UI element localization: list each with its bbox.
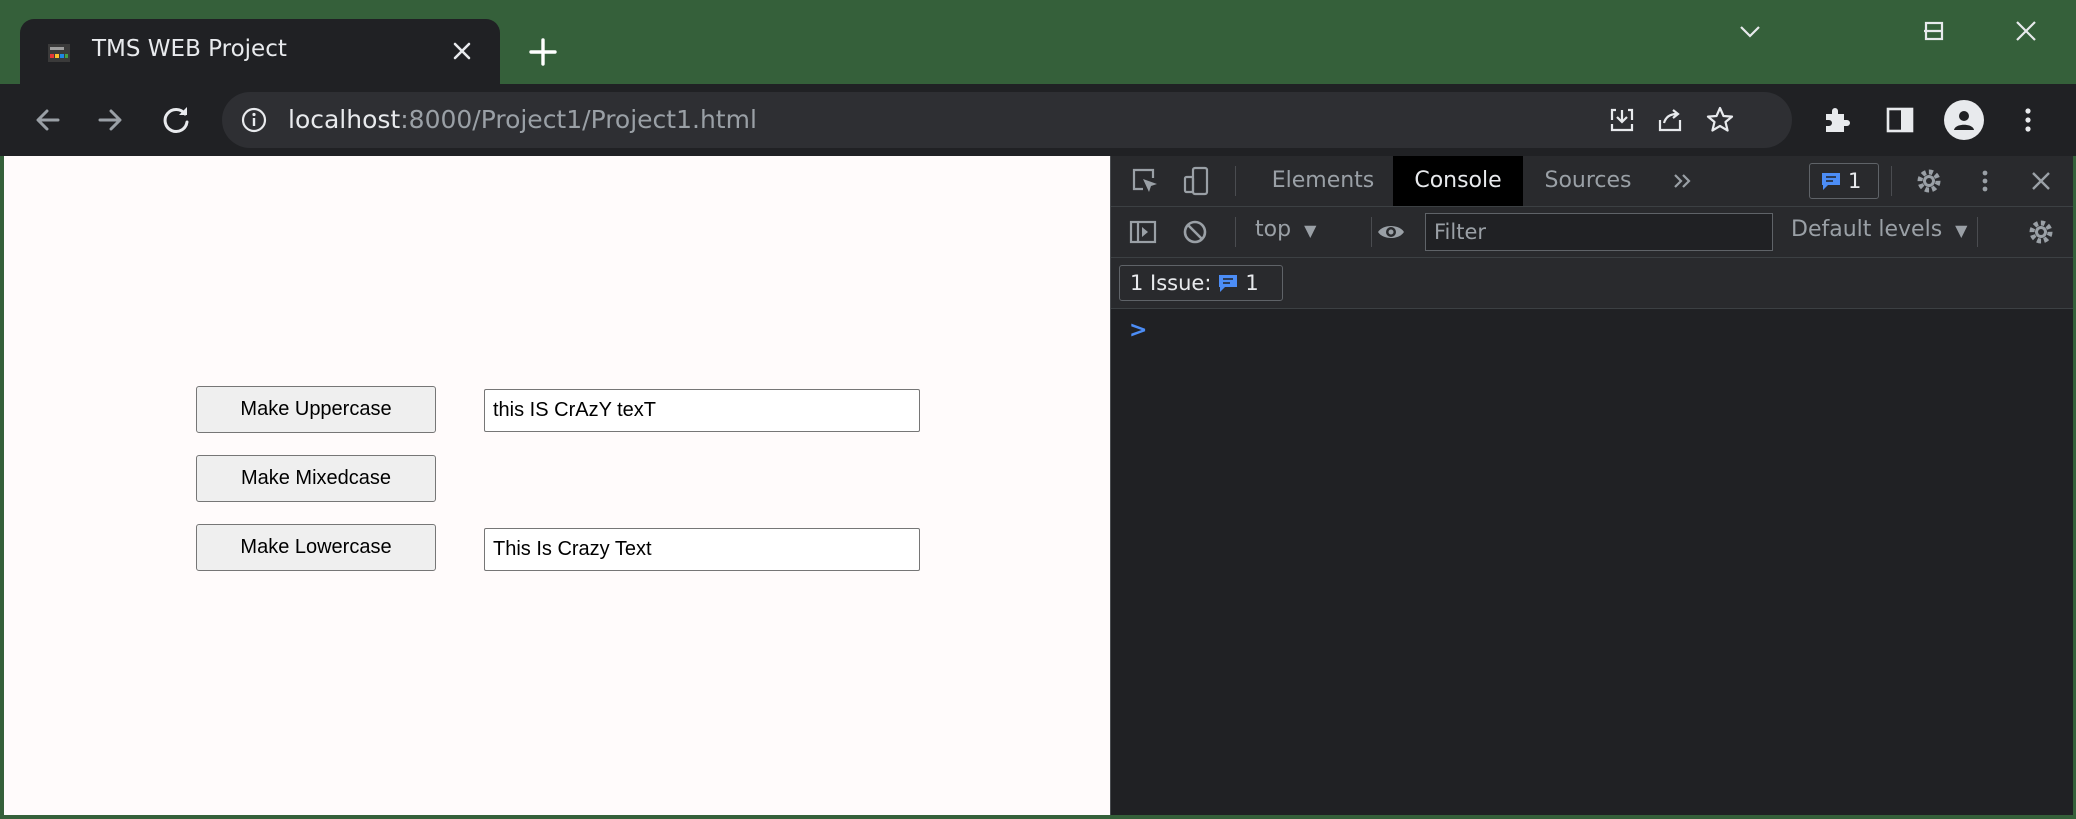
browser-toolbar: localhost:8000/Project1/Project1.html — [0, 84, 2076, 156]
log-levels-value: Default levels — [1791, 217, 1943, 242]
clear-console-icon[interactable] — [1179, 216, 1211, 248]
new-tab-icon[interactable] — [526, 35, 560, 69]
devtools-panel: Elements Console Sources 1 top ▼ Filter … — [1110, 156, 2073, 815]
issue-message-icon — [1219, 275, 1238, 292]
settings-gear-icon[interactable] — [1913, 165, 1945, 197]
bookmark-star-icon[interactable] — [1704, 104, 1736, 136]
make-uppercase-button[interactable]: Make Uppercase — [196, 386, 436, 433]
more-tabs-chevron-icon[interactable] — [1667, 165, 1699, 197]
show-sidebar-icon[interactable] — [1127, 216, 1159, 248]
devtools-menu-icon[interactable] — [1969, 165, 2001, 197]
close-devtools-icon[interactable] — [2025, 165, 2057, 197]
separator — [1235, 166, 1236, 196]
tab-console[interactable]: Console — [1393, 156, 1523, 206]
forward-arrow-icon[interactable] — [92, 102, 128, 138]
separator — [1977, 217, 1978, 247]
issues-link-button[interactable]: 1 Issue: 1 — [1119, 265, 1283, 301]
context-value: top — [1255, 217, 1292, 242]
issue-label: 1 Issue: — [1130, 271, 1212, 295]
back-arrow-icon[interactable] — [30, 102, 66, 138]
share-icon[interactable] — [1654, 104, 1686, 136]
devtools-tab-bar: Elements Console Sources 1 — [1111, 156, 2073, 207]
reload-icon[interactable] — [158, 102, 194, 138]
result-text-input[interactable] — [484, 528, 920, 571]
url-host: localhost — [288, 105, 401, 134]
extensions-puzzle-icon[interactable] — [1818, 102, 1854, 138]
url-path: :8000/Project1/Project1.html — [400, 105, 757, 134]
tab-sources[interactable]: Sources — [1523, 156, 1653, 206]
console-settings-gear-icon[interactable] — [2025, 216, 2057, 248]
close-window-icon[interactable] — [2009, 14, 2043, 48]
dropdown-caret-icon: ▼ — [1955, 221, 1968, 240]
site-info-icon[interactable] — [240, 106, 268, 134]
inspect-element-icon[interactable] — [1129, 165, 1161, 197]
issues-count: 1 — [1848, 169, 1862, 193]
console-filter-bar: top ▼ Default levels ▼ — [1111, 207, 2073, 258]
maximize-icon[interactable] — [1917, 14, 1951, 48]
tab-title: TMS WEB Project — [92, 36, 287, 62]
issues-counter-button[interactable]: 1 — [1809, 163, 1879, 199]
make-lowercase-button[interactable]: Make Lowercase — [196, 524, 436, 571]
device-toolbar-icon[interactable] — [1181, 165, 1213, 197]
url-text[interactable]: localhost:8000/Project1/Project1.html — [288, 105, 757, 134]
separator — [1235, 217, 1236, 247]
tab-elements[interactable]: Elements — [1253, 156, 1393, 206]
tms-favicon-icon — [48, 44, 70, 62]
separator — [1891, 166, 1892, 196]
issue-count: 1 — [1245, 271, 1259, 295]
browser-tab[interactable]: TMS WEB Project — [20, 19, 500, 84]
live-expression-eye-icon[interactable] — [1375, 216, 1407, 248]
issues-bar: 1 Issue: 1 — [1111, 258, 2073, 309]
close-tab-icon[interactable] — [448, 37, 476, 65]
console-filter-input[interactable] — [1425, 213, 1773, 251]
profile-avatar[interactable] — [1944, 100, 1984, 140]
log-levels-dropdown[interactable]: Default levels ▼ — [1791, 217, 1967, 242]
install-app-icon[interactable] — [1606, 104, 1638, 136]
tab-search-chevron-icon[interactable] — [1733, 14, 1767, 48]
side-panel-icon[interactable] — [1882, 102, 1918, 138]
console-prompt-icon[interactable]: > — [1129, 318, 1147, 343]
dropdown-caret-icon: ▼ — [1304, 221, 1317, 240]
make-mixedcase-button[interactable]: Make Mixedcase — [196, 455, 436, 502]
issues-message-icon — [1822, 173, 1840, 190]
context-selector[interactable]: top ▼ — [1255, 217, 1316, 242]
source-text-input[interactable] — [484, 389, 920, 432]
person-icon — [1954, 111, 1974, 130]
kebab-menu-icon[interactable] — [2010, 102, 2046, 138]
separator — [1371, 217, 1372, 247]
page-viewport: Make Uppercase Make Mixedcase Make Lower… — [4, 156, 1110, 815]
address-bar[interactable]: localhost:8000/Project1/Project1.html — [222, 92, 1792, 148]
